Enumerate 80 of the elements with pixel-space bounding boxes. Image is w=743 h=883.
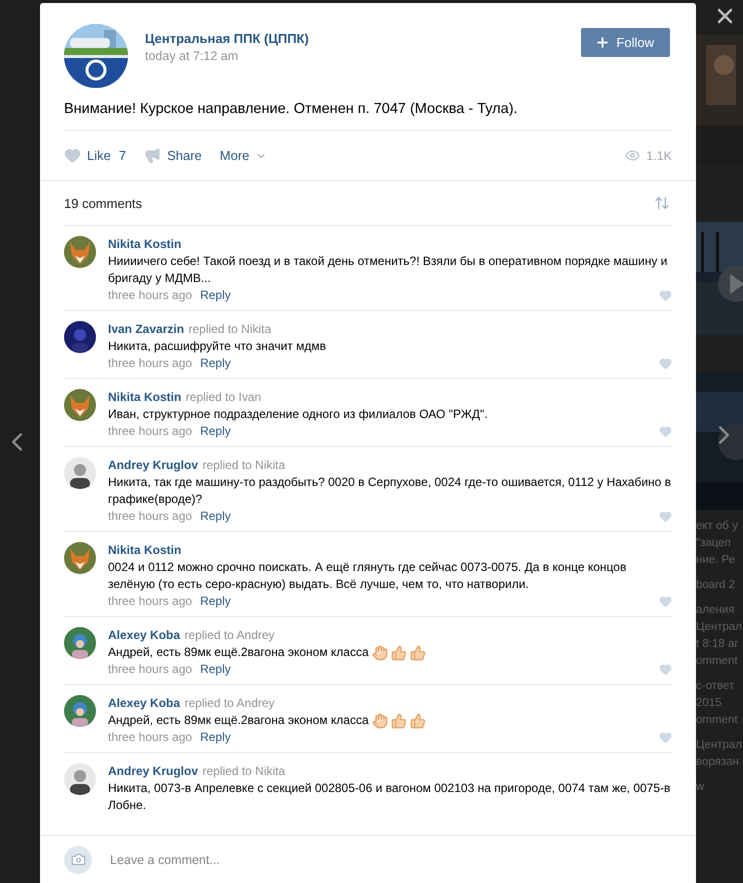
reply-link[interactable]: Reply — [200, 593, 231, 609]
commenter-name[interactable]: Ivan Zavarzin — [108, 322, 184, 336]
comment-text: Никита, расшифруйте что значит мдмв — [108, 338, 326, 355]
commenter-name[interactable]: Nikita Kostin — [108, 543, 182, 557]
reply-link[interactable]: Reply — [200, 508, 231, 524]
comment-text: Иван, структурное подразделение одного из филиалов ОАО "РЖД". — [108, 406, 488, 423]
hand-icon — [372, 712, 388, 728]
background-text: w — [696, 780, 706, 795]
comment-field[interactable]: Leave a comment... — [108, 852, 672, 868]
comment-time: three hours ago — [108, 423, 192, 439]
comment-time: three hours ago — [108, 661, 192, 677]
background-text: "зацеп — [696, 536, 732, 551]
like-icon[interactable] — [659, 424, 672, 438]
like-icon[interactable] — [659, 594, 672, 608]
comment-time: three hours ago — [108, 287, 192, 303]
reply-link[interactable]: Reply — [200, 355, 231, 371]
commenter-name[interactable]: Alexey Koba — [108, 696, 180, 710]
comment-text: Никита, 0073-в Апрелевке с секцией 002805-06 и вагоном 002103 на пригороде, 0074 там же, 0075-в Лобне. — [108, 780, 672, 814]
like-button[interactable]: Like 7 — [64, 147, 126, 164]
comment-time: three hours ago — [108, 355, 192, 371]
reply-note: replied to Nikita — [202, 764, 286, 778]
like-icon[interactable] — [659, 510, 672, 522]
background-text: с-ответ — [696, 679, 736, 694]
comment-text: Никита, так где машину-то раздобыть? 0020 в Серпухове, 0024 где-то ошивается, 0112 у Нахабино в графике(вроде)? — [108, 474, 672, 508]
reply-link[interactable]: Reply — [200, 729, 231, 745]
comment-text: Андрей, есть 89мк ещё.2вагона эконом класса — [108, 644, 369, 661]
background-text: omment — [696, 654, 739, 669]
background-text: omment — [696, 713, 739, 728]
thumbs-up-icon — [410, 712, 426, 728]
plus-icon — [595, 35, 610, 50]
sort-icon[interactable] — [654, 195, 670, 211]
comment-time: three hours ago — [108, 593, 192, 609]
background-text: ект об у — [696, 519, 739, 534]
commenter-name[interactable]: Nikita Kostin — [108, 237, 182, 251]
reply-link[interactable]: Reply — [200, 287, 231, 303]
post-time: today at 7:12 am — [145, 49, 240, 63]
like-icon[interactable] — [659, 288, 672, 302]
reply-note: replied to Andrey — [184, 628, 275, 642]
author-name[interactable]: Центральная ППК (ЦППК) — [145, 31, 582, 46]
thumbs-up-icon — [410, 644, 426, 660]
camera-button[interactable] — [64, 846, 92, 874]
view-count: 1.1K — [625, 148, 672, 163]
reply-note: replied to Andrey — [184, 696, 275, 710]
reply-note: replied to Ivan — [186, 390, 262, 404]
camera-icon — [70, 852, 86, 867]
reply-link[interactable]: Reply — [200, 661, 231, 677]
commenter-name[interactable]: Andrey Kruglov — [108, 764, 198, 778]
comment-text: Ниииичего себе! Такой поезд и в такой день отменить?! Взяли бы в оперативном порядке машину и бригаду у МДМВ... — [108, 253, 668, 287]
reply-link[interactable]: Reply — [200, 423, 231, 439]
background-text: board 2 — [696, 578, 736, 593]
background-text: ние. Ре — [696, 553, 736, 568]
comment-time: three hours ago — [108, 508, 192, 524]
hand-icon — [372, 644, 388, 660]
background-text: t 8:18 ar — [696, 637, 740, 652]
share-button[interactable]: Share — [144, 147, 202, 164]
more-button[interactable]: More — [220, 148, 268, 163]
like-icon[interactable] — [659, 356, 672, 370]
comment-text: Андрей, есть 89мк ещё.2вагона эконом класса — [108, 712, 369, 729]
reply-note: replied to Nikita — [188, 322, 272, 336]
commenter-name[interactable]: Nikita Kostin — [108, 390, 182, 404]
background-text: ворязан — [696, 755, 740, 770]
comments-count: 19 comments — [64, 196, 144, 210]
comment-text: 0024 и 0112 можно срочно поискать. А ещё глянуть где сейчас 0073-0075. Да в конце концов зелёную (то есть серо-красную) выдать. Всё лучше, чем то, что натворили. — [108, 559, 628, 593]
background-text: аления — [696, 603, 736, 618]
like-icon[interactable] — [659, 730, 672, 744]
reply-note: replied to Nikita — [202, 458, 286, 472]
post-text: Внимание! Курское направление. Отменен п. 7047 (Москва - Тула). — [63, 100, 519, 117]
heart-icon — [64, 147, 81, 164]
thumbs-up-icon — [390, 644, 407, 660]
follow-button[interactable]: Follow — [581, 28, 670, 57]
eye-icon — [625, 148, 640, 163]
comment-time: three hours ago — [108, 729, 192, 745]
like-icon[interactable] — [659, 662, 672, 676]
background-text: 2015 — [696, 696, 723, 711]
commenter-name[interactable]: Andrey Kruglov — [108, 458, 198, 472]
commenter-name[interactable]: Alexey Koba — [108, 628, 180, 642]
megaphone-icon — [144, 147, 162, 164]
thumbs-up-icon — [390, 712, 407, 728]
background-text: Централ — [696, 738, 743, 753]
background-text: Централ — [696, 620, 743, 635]
